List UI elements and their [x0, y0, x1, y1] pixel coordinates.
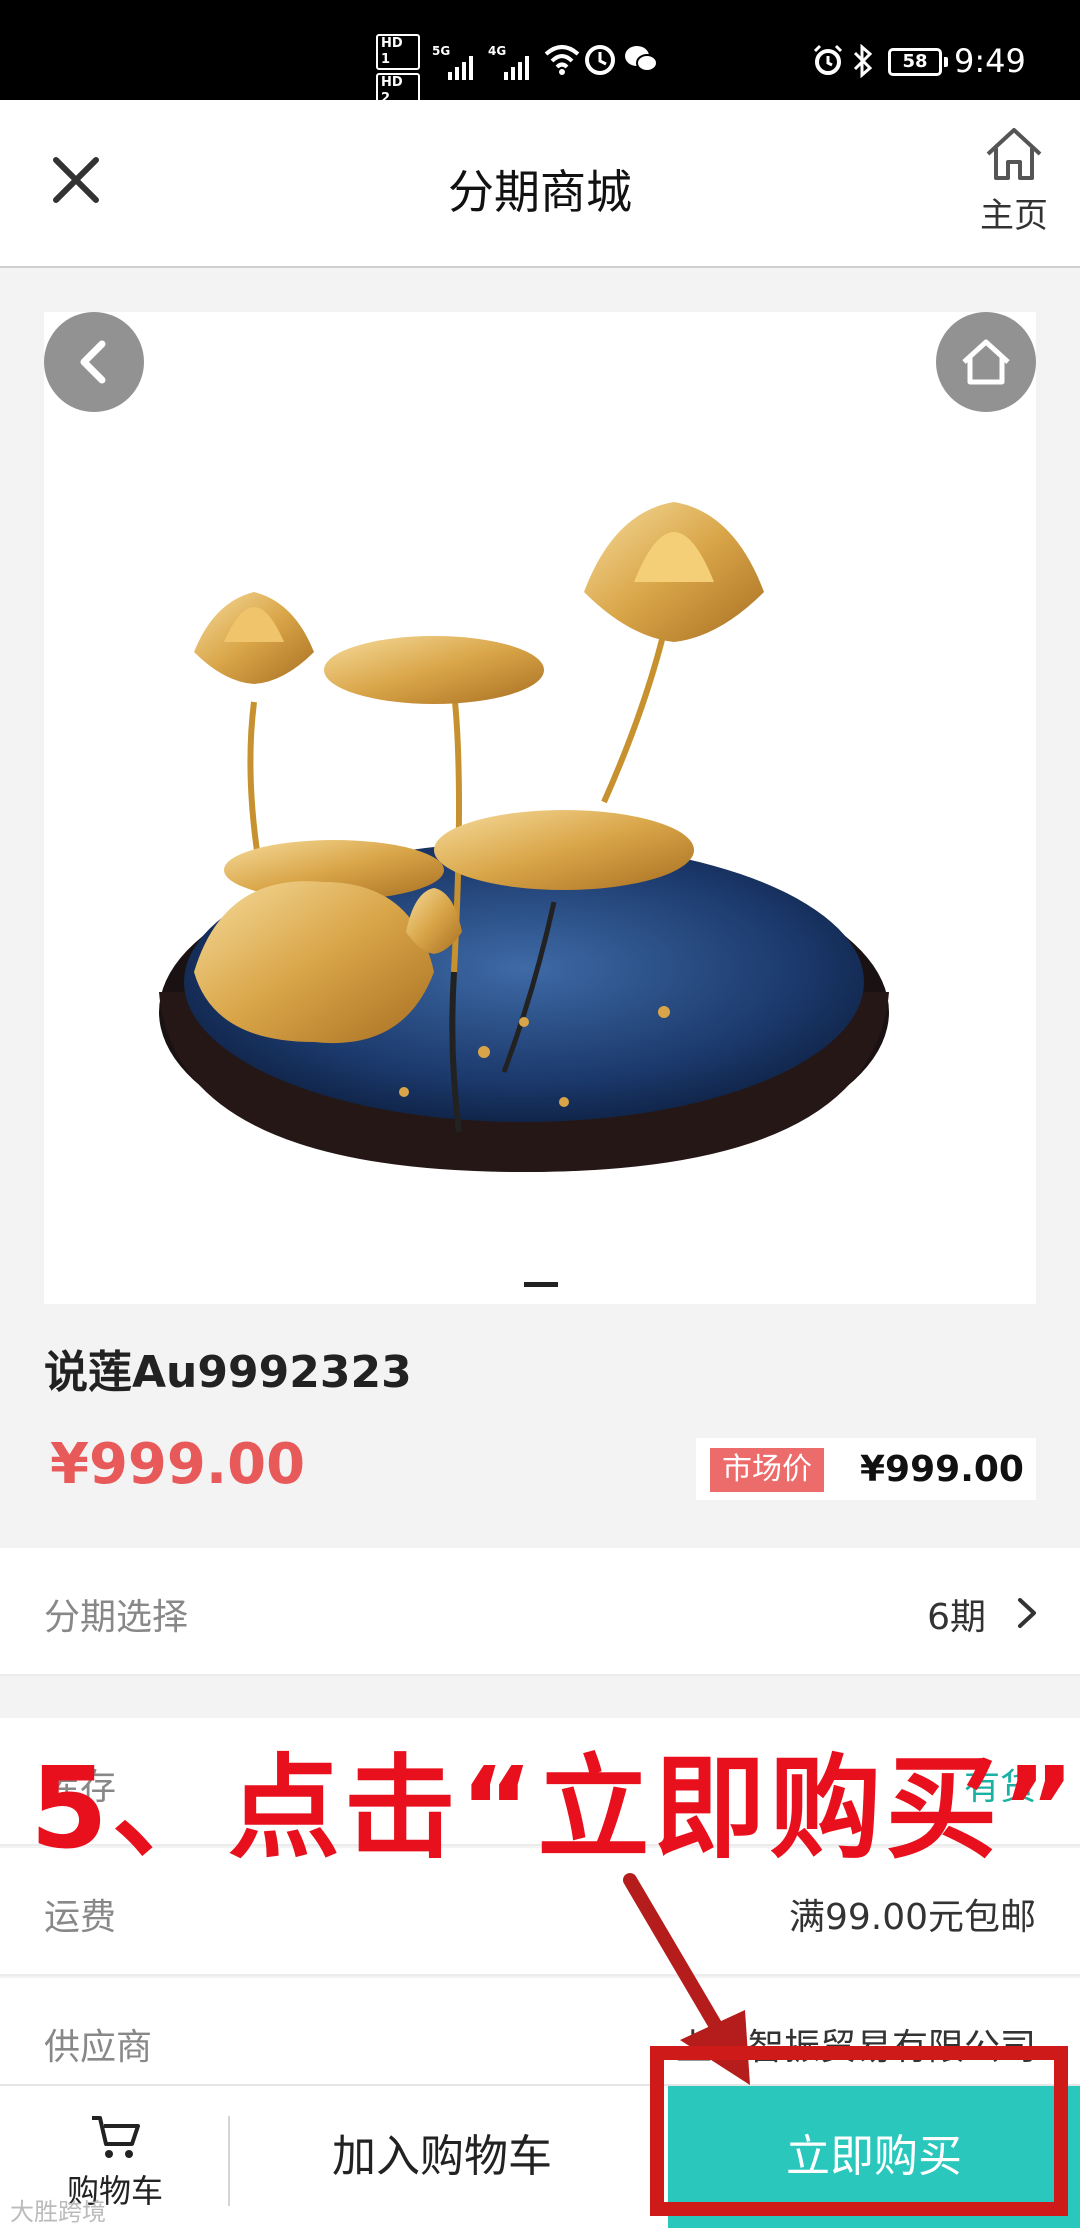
sync-icon [585, 45, 615, 75]
cart-icon [92, 2116, 140, 2158]
bluetooth-icon [853, 44, 873, 78]
home-icon [962, 339, 1010, 385]
hd1-badge: HD 1 [376, 34, 420, 70]
divider [228, 2116, 230, 2206]
clock: 9:49 [954, 42, 1026, 80]
market-price: ¥999.00 [860, 1449, 1024, 1490]
battery-indicator: 58 [888, 48, 948, 76]
alarm-icon [813, 44, 843, 75]
shipping-value: 满99.00元包邮 [788, 1897, 1036, 1938]
header: 分期商城 主页 [0, 100, 1080, 268]
home-icon [986, 128, 1042, 180]
installment-label: 分期选择 [44, 1597, 189, 1638]
add-to-cart-button[interactable]: 加入购物车 [232, 2086, 652, 2228]
page: HD 1 HD 2 5G 4G 58 9:49 分期商城 主页 说莲Au9992… [0, 0, 1080, 2228]
wechat-icon [625, 46, 658, 72]
home-label: 主页 [980, 196, 1048, 236]
highlight-box [650, 2046, 1068, 2216]
market-price-box: 市场价 ¥999.00 [696, 1438, 1036, 1500]
back-button[interactable] [44, 312, 144, 412]
chevron-right-icon [1018, 1598, 1036, 1628]
supplier-label: 供应商 [44, 2027, 153, 2068]
gallery-home-button[interactable] [936, 312, 1036, 412]
chevron-left-icon [80, 340, 106, 384]
status-bar: HD 1 HD 2 5G 4G 58 9:49 [0, 0, 1080, 109]
product-info: 说莲Au9992323 ¥999.00 市场价 ¥999.00 [0, 1304, 1080, 1548]
shipping-label: 运费 [44, 1897, 117, 1938]
product-price: ¥999.00 [50, 1432, 306, 1497]
carousel-indicator [524, 1282, 558, 1287]
product-name: 说莲Au9992323 [44, 1347, 412, 1398]
installment-value: 6期 [927, 1597, 986, 1638]
product-gallery[interactable] [44, 312, 1036, 1304]
annotation-text: 5、点击“立即购买” [30, 1744, 1080, 1874]
market-price-tag: 市场价 [710, 1448, 824, 1492]
wifi-icon [544, 45, 580, 75]
home-button[interactable]: 主页 [966, 124, 1062, 244]
product-image [159, 502, 889, 1172]
watermark: 大胜跨境 [10, 2198, 106, 2226]
page-title: 分期商城 [448, 165, 632, 219]
installment-row[interactable]: 分期选择 6期 [0, 1548, 1080, 1676]
